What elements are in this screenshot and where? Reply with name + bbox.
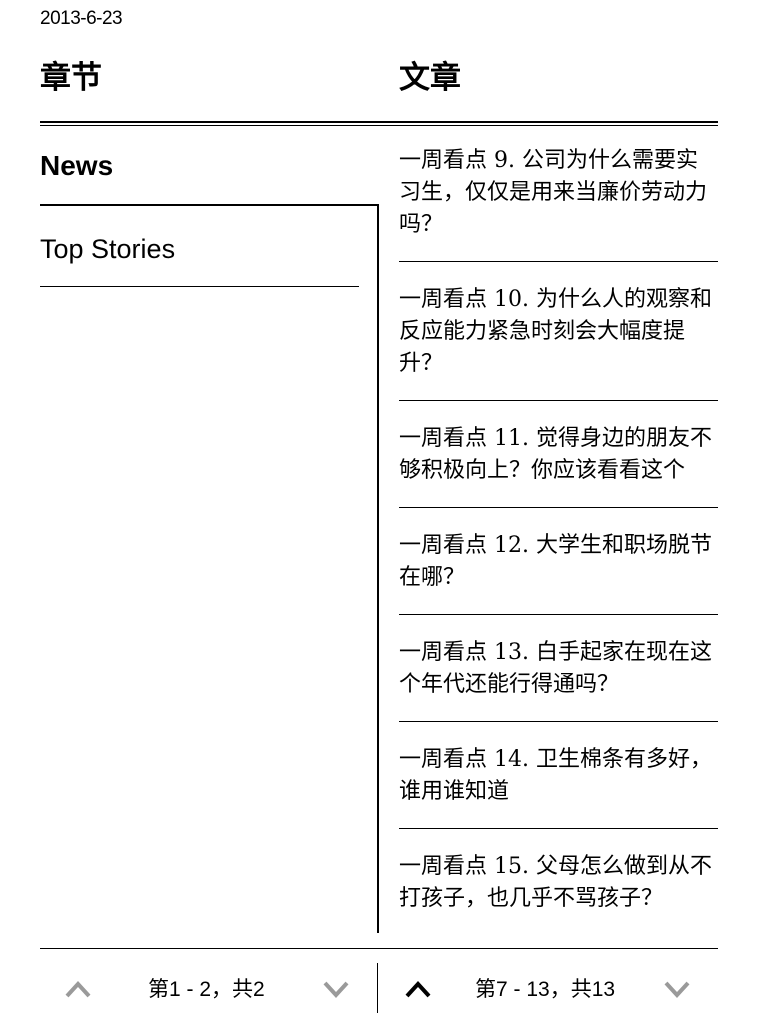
articles-page-indicator: 第7 - 13，共13 — [475, 978, 616, 1001]
date-label: 2013-6-23 — [40, 8, 123, 29]
article-item[interactable]: 一周看点 9. 公司为什么需要实习生，仅仅是用来当廉价劳动力吗？ — [399, 145, 718, 262]
footer-divider — [40, 948, 718, 949]
article-item[interactable]: 一周看点 11. 觉得身边的朋友不够积极向上？你应该看看这个 — [399, 423, 718, 508]
article-item[interactable]: 一周看点 13. 白手起家在现在这个年代还能行得通吗？ — [399, 637, 718, 722]
chapters-header: 章节 — [40, 60, 102, 96]
chapter-divider — [40, 286, 359, 287]
chevron-up-icon[interactable] — [64, 979, 92, 999]
chevron-up-icon[interactable] — [404, 979, 432, 999]
article-item[interactable]: 一周看点 10. 为什么人的观察和反应能力紧急时刻会大幅度提升？ — [399, 284, 718, 401]
articles-header: 文章 — [399, 60, 461, 96]
chevron-down-icon[interactable] — [322, 979, 350, 999]
article-list: 一周看点 9. 公司为什么需要实习生，仅仅是用来当廉价劳动力吗？ 一周看点 10… — [399, 145, 718, 957]
header-divider — [40, 121, 718, 123]
article-item[interactable]: 一周看点 14. 卫生棉条有多好，谁用谁知道 — [399, 744, 718, 829]
article-item[interactable]: 一周看点 15. 父母怎么做到从不打孩子，也几乎不骂孩子？ — [399, 851, 718, 935]
selection-border-right — [377, 204, 379, 933]
chapters-page-indicator: 第1 - 2，共2 — [148, 978, 265, 1001]
pager-divider — [377, 963, 378, 1013]
selection-border-top — [40, 204, 378, 206]
chapter-item-top-stories[interactable]: Top Stories — [40, 229, 360, 269]
chevron-down-icon[interactable] — [663, 979, 691, 999]
header-divider-thin — [40, 125, 718, 126]
chapter-item-news[interactable]: News — [40, 146, 360, 186]
article-item[interactable]: 一周看点 12. 大学生和职场脱节在哪？ — [399, 530, 718, 615]
